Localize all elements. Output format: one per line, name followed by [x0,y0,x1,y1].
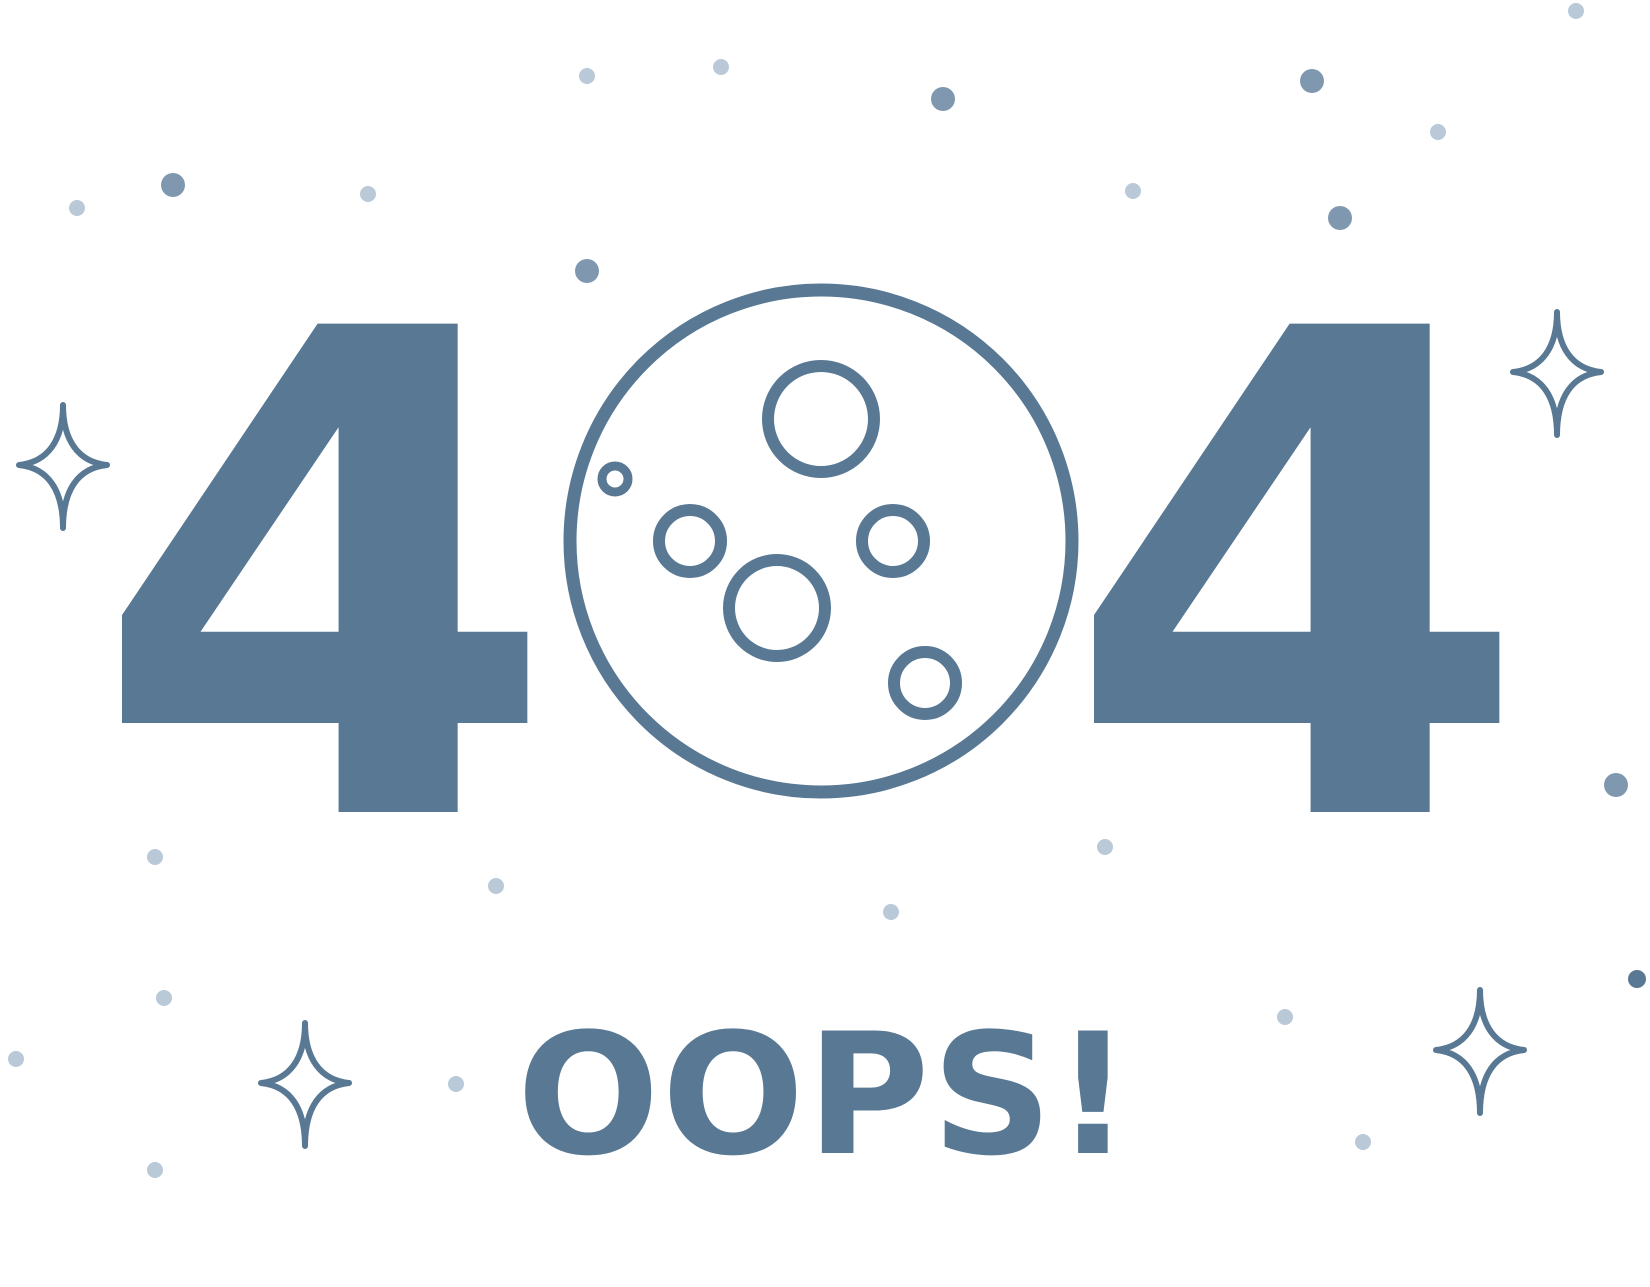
star-dot-icon [1300,69,1324,93]
moon-icon [563,283,1079,799]
star-dot-icon [713,59,729,75]
error-message: OOPS! [516,997,1134,1193]
star-dot-icon [575,259,599,283]
star-dot-icon [931,87,955,111]
star-dot-icon [1628,970,1646,988]
star-dot-icon [1568,3,1584,19]
star-dot-icon [1604,773,1628,797]
star-dot-icon [579,68,595,84]
error-code-digit-right: 4 [1064,191,1530,971]
star-dot-icon [883,904,899,920]
error-code-digit-left: 4 [92,191,558,971]
star-dot-icon [1430,124,1446,140]
star-dot-icon [69,200,85,216]
